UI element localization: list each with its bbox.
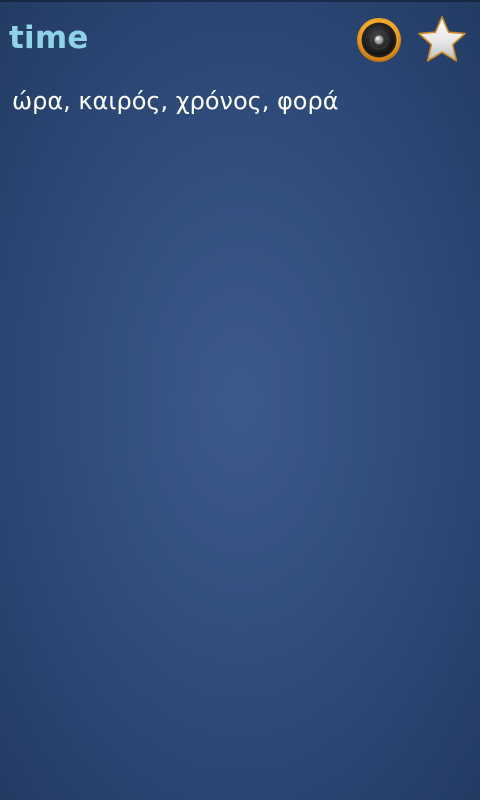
word-title: time [9,20,89,56]
speaker-icon [357,18,401,62]
favorite-button[interactable] [416,14,468,66]
star-icon [418,16,466,62]
top-divider [0,0,480,2]
translation-text: ώρα, καιρός, χρόνος, φορά [12,87,339,115]
speaker-button[interactable] [355,16,403,64]
top-bar: time [0,0,480,80]
